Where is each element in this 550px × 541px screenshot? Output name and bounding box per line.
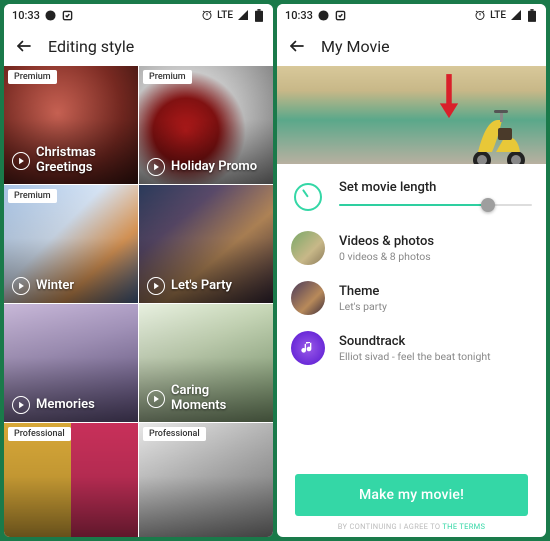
tile-label: Holiday Promo xyxy=(171,160,257,175)
row-subtitle: Let's party xyxy=(339,300,387,313)
status-time: 10:33 xyxy=(285,9,313,22)
play-icon xyxy=(12,277,30,295)
row-subtitle: Elliot sivad - feel the beat tonight xyxy=(339,350,491,363)
terms-link[interactable]: THE TERMS xyxy=(442,522,485,531)
length-slider[interactable] xyxy=(339,195,532,215)
professional-badge: Professional xyxy=(143,427,206,441)
status-bar: 10:33 LTE xyxy=(277,4,546,26)
media-thumbnail xyxy=(291,231,325,265)
style-tile-professional-1[interactable]: Professional xyxy=(4,423,138,537)
premium-badge: Premium xyxy=(143,70,192,84)
terms-text: BY CONTINUING I AGREE TO THE TERMS xyxy=(295,522,528,531)
settings-list: Set movie length Videos & photos 0 video… xyxy=(277,164,546,464)
status-bar: 10:33 LTE xyxy=(4,4,273,26)
battery-icon xyxy=(253,9,265,21)
scooter-graphic xyxy=(468,100,528,164)
premium-badge: Premium xyxy=(8,70,57,84)
footer: Make my movie! BY CONTINUING I AGREE TO … xyxy=(277,464,546,537)
row-movie-length[interactable]: Set movie length xyxy=(291,178,532,215)
row-videos-photos[interactable]: Videos & photos 0 videos & 8 photos xyxy=(291,231,532,265)
play-icon xyxy=(147,390,165,408)
soundtrack-icon xyxy=(291,331,325,365)
row-title: Set movie length xyxy=(339,180,532,195)
row-soundtrack[interactable]: Soundtrack Elliot sivad - feel the beat … xyxy=(291,331,532,365)
tile-label: Memories xyxy=(36,398,95,413)
style-tile-winter[interactable]: Premium Winter xyxy=(4,185,138,303)
back-button[interactable] xyxy=(287,36,307,56)
page-title: Editing style xyxy=(48,37,134,56)
status-net: LTE xyxy=(217,10,233,21)
status-net: LTE xyxy=(490,10,506,21)
movie-preview[interactable] xyxy=(277,66,546,164)
alarm-icon xyxy=(201,9,213,21)
style-grid: Premium Christmas Greetings Premium Holi… xyxy=(4,66,273,537)
style-tile-holiday-promo[interactable]: Premium Holiday Promo xyxy=(139,66,273,184)
style-tile-christmas-greetings[interactable]: Premium Christmas Greetings xyxy=(4,66,138,184)
style-tile-caring-moments[interactable]: Caring Moments xyxy=(139,304,273,422)
play-icon xyxy=(12,396,30,414)
signal-icon xyxy=(237,9,249,21)
slider-thumb[interactable] xyxy=(481,198,495,212)
style-tile-lets-party[interactable]: Let's Party xyxy=(139,185,273,303)
tile-label: Caring Moments xyxy=(171,384,267,414)
chat-icon xyxy=(318,9,330,21)
tile-label: Let's Party xyxy=(171,279,232,294)
style-tile-memories[interactable]: Memories xyxy=(4,304,138,422)
tile-label: Winter xyxy=(36,279,74,294)
row-title: Videos & photos xyxy=(339,234,434,249)
make-movie-button[interactable]: Make my movie! xyxy=(295,474,528,516)
professional-badge: Professional xyxy=(8,427,71,441)
clock-icon xyxy=(291,180,325,214)
status-time: 10:33 xyxy=(12,9,40,22)
signal-icon xyxy=(510,9,522,21)
app-icon xyxy=(62,9,74,21)
row-title: Theme xyxy=(339,284,387,299)
alarm-icon xyxy=(474,9,486,21)
style-tile-professional-2[interactable]: Professional xyxy=(139,423,273,537)
premium-badge: Premium xyxy=(8,189,57,203)
back-button[interactable] xyxy=(14,36,34,56)
app-icon xyxy=(335,9,347,21)
tile-label: Christmas Greetings xyxy=(36,146,132,176)
app-bar: My Movie xyxy=(277,26,546,66)
page-title: My Movie xyxy=(321,37,390,56)
battery-icon xyxy=(526,9,538,21)
phone-editing-style: 10:33 LTE Editing style Premium Christma… xyxy=(4,4,273,537)
row-title: Soundtrack xyxy=(339,334,491,349)
app-bar: Editing style xyxy=(4,26,273,66)
chat-icon xyxy=(45,9,57,21)
play-icon xyxy=(147,277,165,295)
play-icon xyxy=(12,152,30,170)
theme-thumbnail xyxy=(291,281,325,315)
arrow-down-icon xyxy=(438,74,460,124)
play-icon xyxy=(147,158,165,176)
phone-my-movie: 10:33 LTE My Movie xyxy=(277,4,546,537)
row-subtitle: 0 videos & 8 photos xyxy=(339,250,434,263)
row-theme[interactable]: Theme Let's party xyxy=(291,281,532,315)
